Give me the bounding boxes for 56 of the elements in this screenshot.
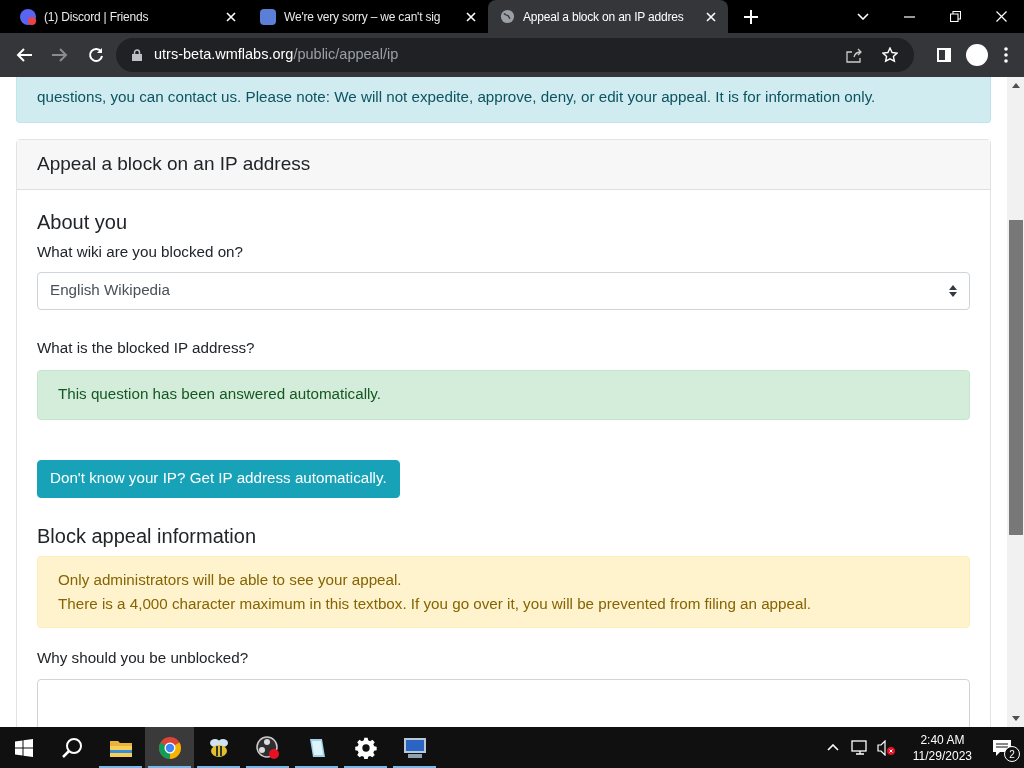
field-label: What is the blocked IP address? — [37, 337, 256, 358]
card-title: Appeal a block on an IP address — [37, 152, 311, 177]
new-tab-icon[interactable] — [744, 9, 758, 24]
chevron-down-icon[interactable] — [857, 13, 869, 20]
browser-tab[interactable]: (1) Discord | Friends — [8, 0, 248, 33]
scrollbar[interactable] — [1007, 77, 1024, 727]
forward-arrow-icon[interactable] — [52, 48, 68, 62]
tab-title: (1) Discord | Friends — [44, 8, 150, 26]
site-icon — [260, 8, 276, 25]
reload-icon[interactable] — [88, 47, 104, 63]
back-arrow-icon[interactable] — [16, 48, 32, 62]
section-heading: About you — [37, 210, 129, 234]
restore-icon[interactable] — [949, 11, 961, 22]
select-arrows-icon — [949, 284, 957, 297]
recorder-icon — [255, 735, 280, 760]
volume-muted-icon[interactable] — [876, 739, 897, 756]
tab-title: We're very sorry – we can't sig — [284, 8, 442, 26]
alert-text: This question has been answered automatically. — [58, 384, 382, 405]
clock-date[interactable]: 11/29/2023 — [912, 747, 972, 764]
network-icon[interactable] — [850, 739, 869, 756]
minimize-icon[interactable] — [903, 15, 915, 18]
close-icon[interactable] — [226, 11, 236, 22]
close-window-icon[interactable] — [995, 11, 1007, 22]
close-icon[interactable] — [706, 11, 716, 22]
share-icon[interactable] — [846, 47, 862, 63]
scroll-down-icon[interactable] — [1011, 716, 1020, 721]
field-label: What wiki are you blocked on? — [37, 242, 244, 262]
taskbar-app[interactable] — [145, 727, 194, 768]
windows-start-icon[interactable] — [15, 738, 33, 757]
scrollbar-thumb[interactable] — [1008, 220, 1023, 535]
star-icon[interactable] — [882, 47, 898, 63]
tab-title: Appeal a block on an IP addres — [523, 8, 685, 26]
scroll-up-icon[interactable] — [1011, 83, 1020, 88]
alert-text: There is a 4,000 character maximum in this textbox. If you go over it, you will be prevented from filing an appeal. — [58, 593, 812, 614]
browser-tab[interactable]: We're very sorry – we can't sig — [248, 0, 488, 33]
info-text: questions, you can contact us. Please note: We will not expedite, approve, deny, or edit your appeal. It is for information only. — [37, 87, 877, 107]
alert-text: Only administrators will be able to see your appeal. — [58, 569, 403, 590]
tray-caret-icon[interactable] — [826, 744, 839, 751]
chrome-icon — [157, 735, 182, 760]
discord-icon — [20, 8, 36, 25]
profile-icon[interactable] — [966, 44, 988, 66]
lock-icon — [132, 49, 142, 61]
menu-icon[interactable] — [1004, 47, 1008, 63]
computer-icon — [401, 735, 428, 760]
address-bar[interactable]: utrs-beta.wmflabs.org/public/appeal/ip — [116, 38, 914, 72]
section-heading: Block appeal information — [37, 523, 257, 548]
url-text: utrs-beta.wmflabs.org/public/appeal/ip — [154, 45, 399, 65]
browser-tab[interactable]: Appeal a block on an IP addres — [488, 0, 728, 33]
gear-icon — [354, 736, 377, 759]
notification-count: 2 — [1004, 746, 1020, 762]
field-label: Why should you be unblocked? — [37, 647, 250, 668]
close-icon[interactable] — [466, 11, 476, 22]
clock-time[interactable]: 2:40 AM — [920, 731, 965, 748]
wiki-select[interactable]: English Wikipedia — [37, 271, 970, 310]
globe-icon — [500, 9, 515, 24]
search-icon[interactable] — [61, 736, 83, 759]
